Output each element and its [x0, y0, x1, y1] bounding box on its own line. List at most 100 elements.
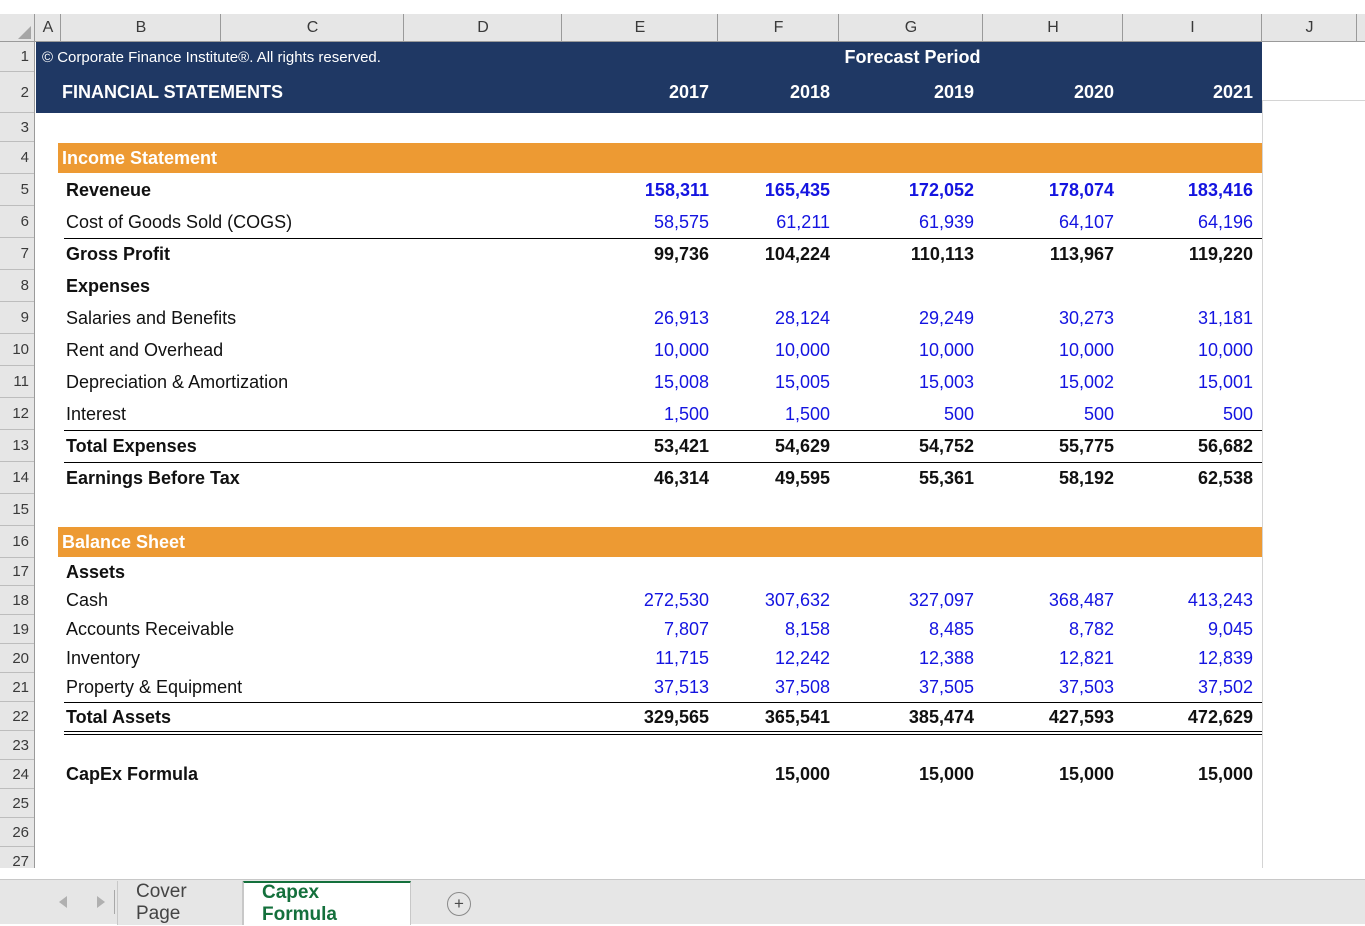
row-header-14[interactable]: 14	[0, 462, 34, 494]
column-header-F[interactable]: F	[719, 14, 839, 41]
earnings-before-tax-2017[interactable]: 46,314	[563, 463, 718, 494]
total-expenses-2021[interactable]: 56,682	[1124, 431, 1262, 462]
row-header-13[interactable]: 13	[0, 430, 34, 462]
gross-profit-2021[interactable]: 119,220	[1124, 239, 1262, 270]
row-header-19[interactable]: 19	[0, 615, 34, 644]
spreadsheet-grid[interactable]: © Corporate Finance Institute®. All righ…	[36, 42, 1365, 868]
row-header-9[interactable]: 9	[0, 302, 34, 334]
revenue-2017[interactable]: 158,311	[563, 174, 718, 206]
column-header-I[interactable]: I	[1124, 14, 1262, 41]
rent-2017[interactable]: 10,000	[563, 334, 718, 366]
capex-formula-2018[interactable]: 15,000	[719, 760, 839, 789]
cash-2019[interactable]: 327,097	[840, 586, 983, 615]
row-header-23[interactable]: 23	[0, 731, 34, 760]
row-header-6[interactable]: 6	[0, 206, 34, 238]
select-all-corner[interactable]	[0, 14, 35, 41]
row-header-26[interactable]: 26	[0, 818, 34, 847]
cogs-2020[interactable]: 64,107	[984, 206, 1123, 238]
rent-2019[interactable]: 10,000	[840, 334, 983, 366]
row-header-3[interactable]: 3	[0, 113, 34, 142]
accounts-receivable-2020[interactable]: 8,782	[984, 615, 1123, 644]
capex-formula-2019[interactable]: 15,000	[840, 760, 983, 789]
total-assets-2020[interactable]: 427,593	[984, 703, 1123, 731]
previous-sheet-arrow-icon[interactable]	[50, 890, 76, 914]
row-header-8[interactable]: 8	[0, 270, 34, 302]
property-equipment-2021[interactable]: 37,502	[1124, 673, 1262, 702]
earnings-before-tax-2020[interactable]: 58,192	[984, 463, 1123, 494]
row-header-11[interactable]: 11	[0, 366, 34, 398]
salaries-2020[interactable]: 30,273	[984, 302, 1123, 334]
total-assets-2021[interactable]: 472,629	[1124, 703, 1262, 731]
depreciation-2021[interactable]: 15,001	[1124, 366, 1262, 398]
total-expenses-2017[interactable]: 53,421	[563, 431, 718, 462]
row-header-12[interactable]: 12	[0, 398, 34, 430]
revenue-2020[interactable]: 178,074	[984, 174, 1123, 206]
accounts-receivable-2021[interactable]: 9,045	[1124, 615, 1262, 644]
accounts-receivable-2019[interactable]: 8,485	[840, 615, 983, 644]
sheet-tab-cover-page[interactable]: Cover Page	[117, 881, 243, 925]
accounts-receivable-2018[interactable]: 8,158	[719, 615, 839, 644]
property-equipment-2020[interactable]: 37,503	[984, 673, 1123, 702]
rent-2021[interactable]: 10,000	[1124, 334, 1262, 366]
capex-formula-2021[interactable]: 15,000	[1124, 760, 1262, 789]
depreciation-2019[interactable]: 15,003	[840, 366, 983, 398]
cogs-2019[interactable]: 61,939	[840, 206, 983, 238]
gross-profit-2019[interactable]: 110,113	[840, 239, 983, 270]
column-header-D[interactable]: D	[405, 14, 562, 41]
row-header-21[interactable]: 21	[0, 673, 34, 702]
salaries-2021[interactable]: 31,181	[1124, 302, 1262, 334]
revenue-2019[interactable]: 172,052	[840, 174, 983, 206]
cogs-2017[interactable]: 58,575	[563, 206, 718, 238]
row-header-2[interactable]: 2	[0, 72, 34, 113]
column-header-E[interactable]: E	[563, 14, 718, 41]
gross-profit-2017[interactable]: 99,736	[563, 239, 718, 270]
revenue-2018[interactable]: 165,435	[719, 174, 839, 206]
depreciation-2020[interactable]: 15,002	[984, 366, 1123, 398]
row-header-15[interactable]: 15	[0, 494, 34, 526]
row-header-7[interactable]: 7	[0, 238, 34, 270]
capex-formula-2020[interactable]: 15,000	[984, 760, 1123, 789]
row-header-5[interactable]: 5	[0, 174, 34, 206]
total-assets-2019[interactable]: 385,474	[840, 703, 983, 731]
cogs-2021[interactable]: 64,196	[1124, 206, 1262, 238]
next-sheet-arrow-icon[interactable]	[88, 890, 114, 914]
earnings-before-tax-2019[interactable]: 55,361	[840, 463, 983, 494]
add-sheet-icon[interactable]: +	[447, 892, 471, 916]
column-header-J[interactable]: J	[1263, 14, 1357, 41]
row-header-25[interactable]: 25	[0, 789, 34, 818]
salaries-2017[interactable]: 26,913	[563, 302, 718, 334]
row-header-4[interactable]: 4	[0, 142, 34, 174]
column-header-B[interactable]: B	[62, 14, 221, 41]
salaries-2018[interactable]: 28,124	[719, 302, 839, 334]
sheet-tab-capex-formula[interactable]: Capex Formula	[243, 881, 411, 925]
row-header-27[interactable]: 27	[0, 847, 34, 868]
earnings-before-tax-2021[interactable]: 62,538	[1124, 463, 1262, 494]
interest-2020[interactable]: 500	[984, 398, 1123, 430]
total-assets-2018[interactable]: 365,541	[719, 703, 839, 731]
row-header-1[interactable]: 1	[0, 42, 34, 72]
column-header-H[interactable]: H	[984, 14, 1123, 41]
revenue-2021[interactable]: 183,416	[1124, 174, 1262, 206]
gross-profit-2020[interactable]: 113,967	[984, 239, 1123, 270]
inventory-2019[interactable]: 12,388	[840, 644, 983, 673]
total-expenses-2020[interactable]: 55,775	[984, 431, 1123, 462]
cash-2018[interactable]: 307,632	[719, 586, 839, 615]
depreciation-2018[interactable]: 15,005	[719, 366, 839, 398]
row-header-16[interactable]: 16	[0, 526, 34, 558]
interest-2018[interactable]: 1,500	[719, 398, 839, 430]
row-header-10[interactable]: 10	[0, 334, 34, 366]
row-header-20[interactable]: 20	[0, 644, 34, 673]
accounts-receivable-2017[interactable]: 7,807	[563, 615, 718, 644]
capex-formula-2017[interactable]	[563, 760, 718, 789]
row-header-24[interactable]: 24	[0, 760, 34, 789]
gross-profit-2018[interactable]: 104,224	[719, 239, 839, 270]
depreciation-2017[interactable]: 15,008	[563, 366, 718, 398]
column-header-A[interactable]: A	[36, 14, 61, 41]
cash-2021[interactable]: 413,243	[1124, 586, 1262, 615]
cogs-2018[interactable]: 61,211	[719, 206, 839, 238]
property-equipment-2018[interactable]: 37,508	[719, 673, 839, 702]
interest-2021[interactable]: 500	[1124, 398, 1262, 430]
row-header-18[interactable]: 18	[0, 586, 34, 615]
row-header-17[interactable]: 17	[0, 558, 34, 586]
cash-2017[interactable]: 272,530	[563, 586, 718, 615]
